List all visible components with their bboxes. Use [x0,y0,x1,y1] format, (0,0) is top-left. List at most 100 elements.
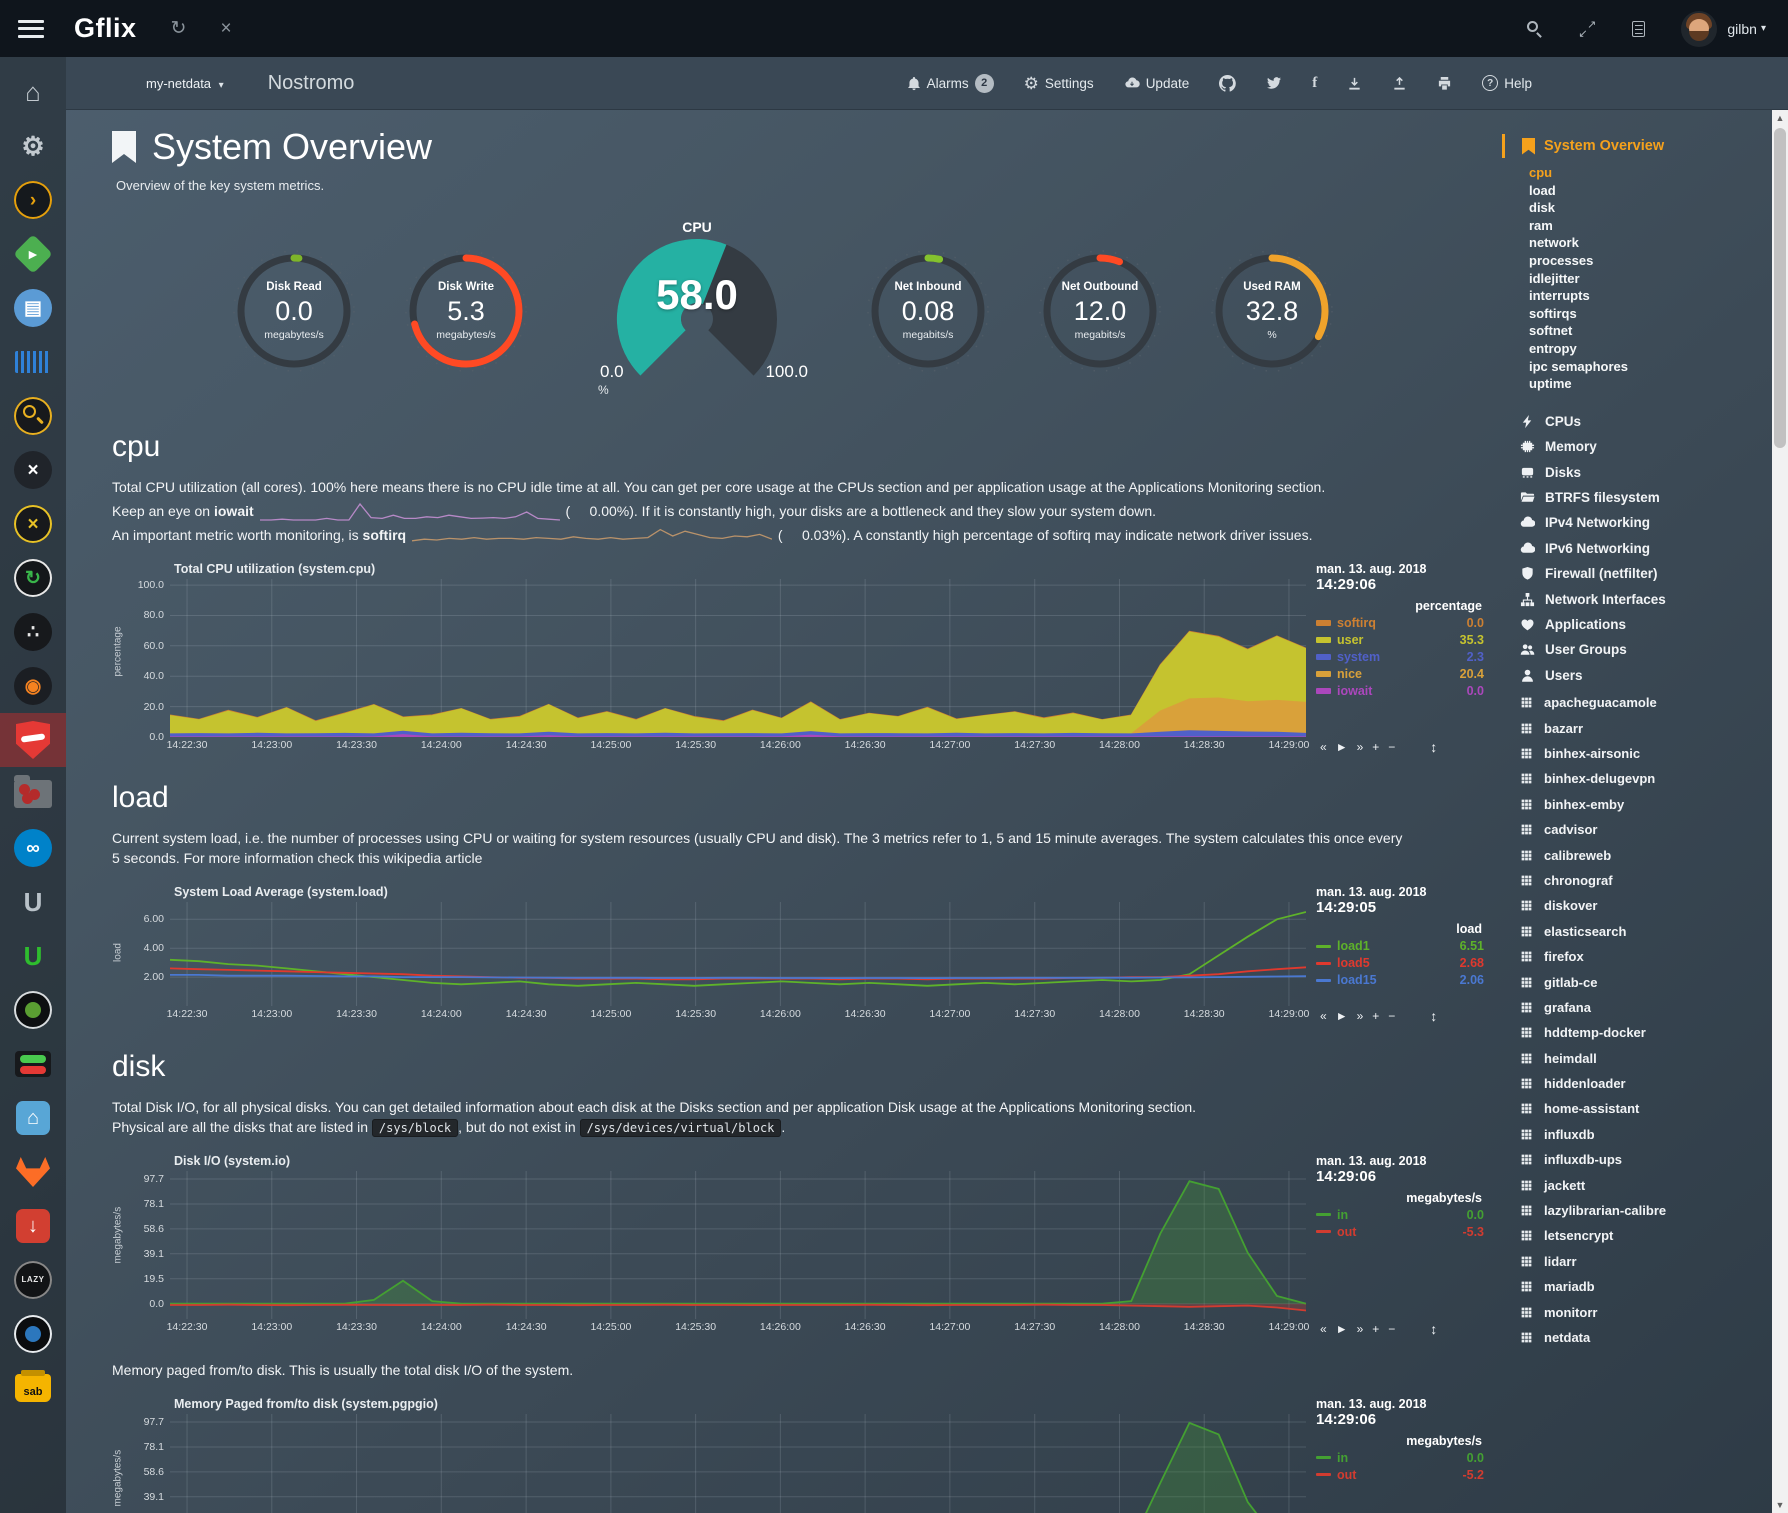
gitlab-fox-icon[interactable] [0,1145,66,1199]
chart-plot-area[interactable] [170,1171,1306,1319]
legend-item-load15[interactable]: load152.06 [1316,973,1484,987]
settings-button[interactable]: ⚙ Settings [1024,75,1094,92]
sidebar-item-binhex-emby[interactable]: binhex-emby [1520,792,1772,817]
sidebar-item-uptime[interactable]: uptime [1529,375,1772,393]
play-icon[interactable]: ► [1336,1322,1348,1336]
zoom-out-icon[interactable]: − [1388,740,1395,754]
magnifier-app-icon[interactable] [0,389,66,443]
zoom-out-icon[interactable]: − [1388,1009,1395,1023]
sidebar-item-idlejitter[interactable]: idlejitter [1529,270,1772,288]
sidebar-item-load[interactable]: load [1529,182,1772,200]
sidebar-item-disk[interactable]: disk [1529,199,1772,217]
sidebar-item-calibreweb[interactable]: calibreweb [1520,842,1772,867]
online-offline-pills-icon[interactable] [0,1037,66,1091]
sidebar-item-softnet[interactable]: softnet [1529,322,1772,340]
search-icon[interactable] [1527,21,1542,36]
legend-item-system[interactable]: system2.3 [1316,650,1484,664]
nextcloud-circles-icon[interactable]: ∞ [0,821,66,875]
legend-item-in[interactable]: in0.0 [1316,1208,1484,1222]
sidebar-item-letsencrypt[interactable]: letsencrypt [1520,1223,1772,1248]
sidebar-item-network[interactable]: network [1529,234,1772,252]
network-nodes-app-icon[interactable]: ∴ [0,605,66,659]
chart-resize-handle-icon[interactable]: ↕ [1430,1321,1437,1337]
sidebar-item-elasticsearch[interactable]: elasticsearch [1520,919,1772,944]
print-button[interactable] [1437,76,1452,91]
green-magnet-icon[interactable]: U [0,929,66,983]
sidebar-item-chronograf[interactable]: chronograf [1520,868,1772,893]
sidebar-item-user-groups[interactable]: User Groups [1520,637,1772,662]
sidebar-item-mariadb[interactable]: mariadb [1520,1274,1772,1299]
equalizer-bars-app-icon[interactable] [0,335,66,389]
legend-item-iowait[interactable]: iowait0.0 [1316,684,1484,698]
sidebar-item-system-overview[interactable]: System Overview [1502,134,1772,158]
sidebar-item-ipv4-networking[interactable]: IPv4 Networking [1520,510,1772,535]
sidebar-item-memory[interactable]: Memory [1520,434,1772,459]
zoom-out-icon[interactable]: − [1388,1322,1395,1336]
x-cross-yellow-app-icon[interactable]: × [0,497,66,551]
sidebar-item-monitorr[interactable]: monitorr [1520,1299,1772,1324]
grafana-spiral-icon[interactable]: ◉ [0,659,66,713]
pan-forward-icon[interactable]: » [1357,1009,1364,1023]
chart-resize-handle-icon[interactable]: ↕ [1430,739,1437,755]
update-button[interactable]: Update [1124,76,1190,91]
legend-item-nice[interactable]: nice20.4 [1316,667,1484,681]
alarms-button[interactable]: Alarms 2 [907,74,994,93]
zoom-in-icon[interactable]: + [1372,1009,1379,1023]
legend-item-user[interactable]: user35.3 [1316,633,1484,647]
home-icon[interactable]: ⌂ [0,65,66,119]
sidebar-item-influxdb-ups[interactable]: influxdb-ups [1520,1147,1772,1172]
sidebar-item-users[interactable]: Users [1520,663,1772,688]
settings-gear-icon[interactable]: ⚙ [0,119,66,173]
chart-plot-area[interactable] [170,579,1306,737]
pan-forward-icon[interactable]: » [1357,740,1364,754]
play-icon[interactable]: ► [1336,1009,1348,1023]
server-dropdown[interactable]: my-netdata ▾ [146,76,224,91]
sidebar-item-apacheguacamole[interactable]: apacheguacamole [1520,690,1772,715]
folder-raspberries-icon[interactable] [0,767,66,821]
sidebar-item-entropy[interactable]: entropy [1529,340,1772,358]
sidebar-item-home-assistant[interactable]: home-assistant [1520,1096,1772,1121]
help-button[interactable]: ? Help [1482,75,1532,91]
pan-back-icon[interactable]: « [1320,1322,1327,1336]
chart-plot-area[interactable] [170,1414,1306,1513]
unifi-u-icon[interactable]: U [0,875,66,929]
sidebar-item-influxdb[interactable]: influxdb [1520,1122,1772,1147]
sidebar-item-hddtemp-docker[interactable]: hddtemp-docker [1520,1020,1772,1045]
legend-item-softirq[interactable]: softirq0.0 [1316,616,1484,630]
scroll-up-arrow-icon[interactable]: ▲ [1772,110,1788,126]
orange-chevron-app-icon[interactable]: › [0,173,66,227]
recycle-arrows-app-icon[interactable]: ↻ [0,551,66,605]
sidebar-item-hiddenloader[interactable]: hiddenloader [1520,1071,1772,1096]
chart-resize-handle-icon[interactable]: ↕ [1430,1008,1437,1024]
green-blob-app-icon[interactable] [0,983,66,1037]
pan-back-icon[interactable]: « [1320,740,1327,754]
sidebar-item-cadvisor[interactable]: cadvisor [1520,817,1772,842]
page-scrollbar[interactable]: ▲ ▼ [1772,110,1788,1513]
sidebar-item-ipc-semaphores[interactable]: ipc semaphores [1529,358,1772,376]
sidebar-item-netdata[interactable]: netdata [1520,1325,1772,1350]
sidebar-item-processes[interactable]: processes [1529,252,1772,270]
scrollbar-thumb[interactable] [1774,128,1786,448]
play-icon[interactable]: ► [1336,740,1348,754]
github-link[interactable] [1219,75,1236,92]
sidebar-item-network-interfaces[interactable]: Network Interfaces [1520,586,1772,611]
scroll-down-arrow-icon[interactable]: ▼ [1772,1497,1788,1513]
sidebar-item-interrupts[interactable]: interrupts [1529,287,1772,305]
home-app-icon[interactable]: ⌂ [0,1091,66,1145]
avatar[interactable] [1681,11,1717,47]
x-cross-blue-app-icon[interactable]: × [0,443,66,497]
sidebar-item-firewall-netfilter-[interactable]: Firewall (netfilter) [1520,561,1772,586]
import-snapshot-button[interactable] [1392,76,1407,91]
close-icon[interactable]: × [220,19,231,38]
zoom-in-icon[interactable]: + [1372,740,1379,754]
legend-item-in[interactable]: in0.0 [1316,1451,1484,1465]
sidebar-item-firefox[interactable]: firefox [1520,944,1772,969]
bookshelf-app-icon[interactable]: ▤ [0,281,66,335]
sidebar-item-bazarr[interactable]: bazarr [1520,715,1772,740]
legend-item-out[interactable]: out-5.3 [1316,1225,1484,1239]
sidebar-item-diskover[interactable]: diskover [1520,893,1772,918]
sidebar-item-ram[interactable]: ram [1529,217,1772,235]
sabnzbd-icon[interactable]: sab [0,1361,66,1415]
legend-item-out[interactable]: out-5.2 [1316,1468,1484,1482]
sidebar-item-gitlab-ce[interactable]: gitlab-ce [1520,969,1772,994]
